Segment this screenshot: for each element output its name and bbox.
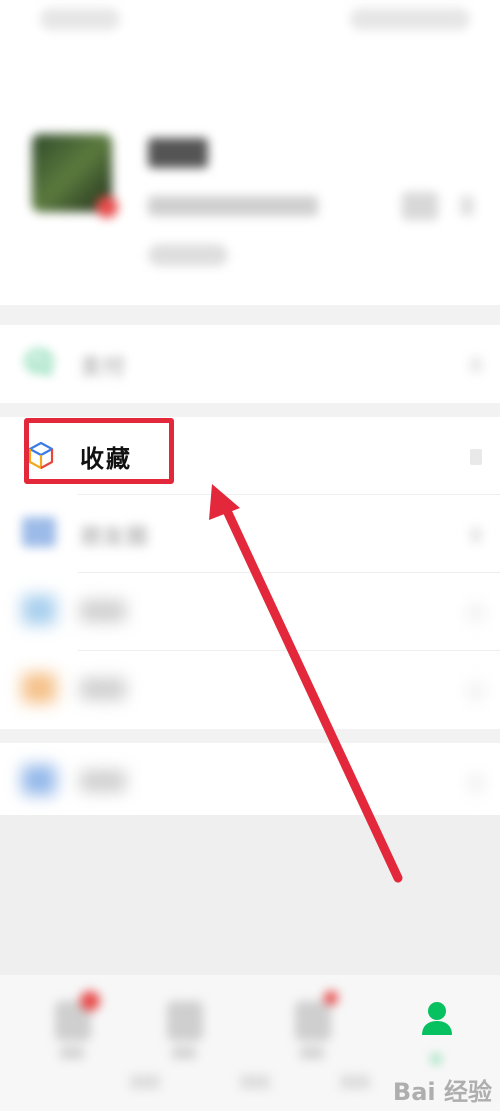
discover-icon xyxy=(295,1001,331,1041)
blurred-menu-icon xyxy=(22,673,56,703)
section-separator xyxy=(0,403,500,417)
blurred-row-content xyxy=(0,743,500,815)
profile-id-blurred xyxy=(148,196,318,216)
qr-code-icon[interactable] xyxy=(402,192,438,220)
tab-chats[interactable] xyxy=(40,991,100,1071)
tab-caption-blurred xyxy=(300,1047,324,1059)
pay-label: 支付 xyxy=(80,355,127,380)
highlight-box xyxy=(24,418,174,484)
blurred-menu-label xyxy=(80,678,126,700)
blurred-row-content xyxy=(0,573,500,651)
menu-item-blurred-3[interactable] xyxy=(0,743,500,815)
blurred-row-content xyxy=(0,651,500,729)
header-right-blurred xyxy=(350,8,470,30)
blurred-menu-icon xyxy=(22,595,56,625)
profile-card[interactable] xyxy=(0,60,500,305)
moments-label: 朋友圈 xyxy=(80,525,150,550)
blurred-menu-label xyxy=(80,770,126,792)
tab-caption-blurred xyxy=(60,1047,84,1059)
blurred-footer xyxy=(130,1075,370,1091)
chevron-right-icon xyxy=(470,357,482,373)
footer-blur-block xyxy=(130,1075,160,1089)
wechat-pay-icon xyxy=(25,349,53,376)
profile-name-blurred xyxy=(148,138,208,168)
contacts-icon xyxy=(167,1001,203,1041)
tab-me-label: 我 xyxy=(431,1055,441,1066)
unread-badge xyxy=(80,991,100,1011)
tab-caption-blurred xyxy=(172,1047,196,1059)
tab-contacts[interactable] xyxy=(152,991,212,1071)
chevron-right-icon xyxy=(470,527,482,543)
moments-icon xyxy=(22,517,56,547)
blurred-menu-icon xyxy=(22,765,56,795)
tab-discover[interactable] xyxy=(280,991,340,1071)
person-icon xyxy=(422,1002,452,1035)
tab-me[interactable]: 我 xyxy=(406,991,466,1071)
empty-area xyxy=(0,815,500,980)
section-separator xyxy=(0,729,500,743)
pay-row-content: 支付 xyxy=(0,325,500,403)
header-left-blurred xyxy=(40,8,120,30)
menu-item-moments[interactable]: 朋友圈 xyxy=(0,495,500,573)
blurred-menu-label xyxy=(80,600,126,622)
watermark: Bai 经验 xyxy=(392,1078,492,1106)
chevron-right-icon xyxy=(470,775,482,791)
footer-blur-block xyxy=(240,1075,270,1089)
chevron-right-icon xyxy=(470,605,482,621)
footer-blur-block xyxy=(340,1075,370,1089)
menu-item-blurred-1[interactable] xyxy=(0,573,500,651)
chevron-right-icon xyxy=(460,196,474,216)
chevron-right-icon xyxy=(470,449,482,465)
section-separator xyxy=(0,305,500,325)
avatar-badge xyxy=(96,196,118,218)
top-header xyxy=(0,0,500,60)
menu-item-pay[interactable]: 支付 xyxy=(0,325,500,403)
chevron-right-icon xyxy=(470,683,482,699)
menu-item-blurred-2[interactable] xyxy=(0,651,500,729)
status-button-blurred[interactable] xyxy=(148,244,228,266)
moments-row-content: 朋友圈 xyxy=(0,495,500,573)
discover-badge xyxy=(324,991,338,1005)
